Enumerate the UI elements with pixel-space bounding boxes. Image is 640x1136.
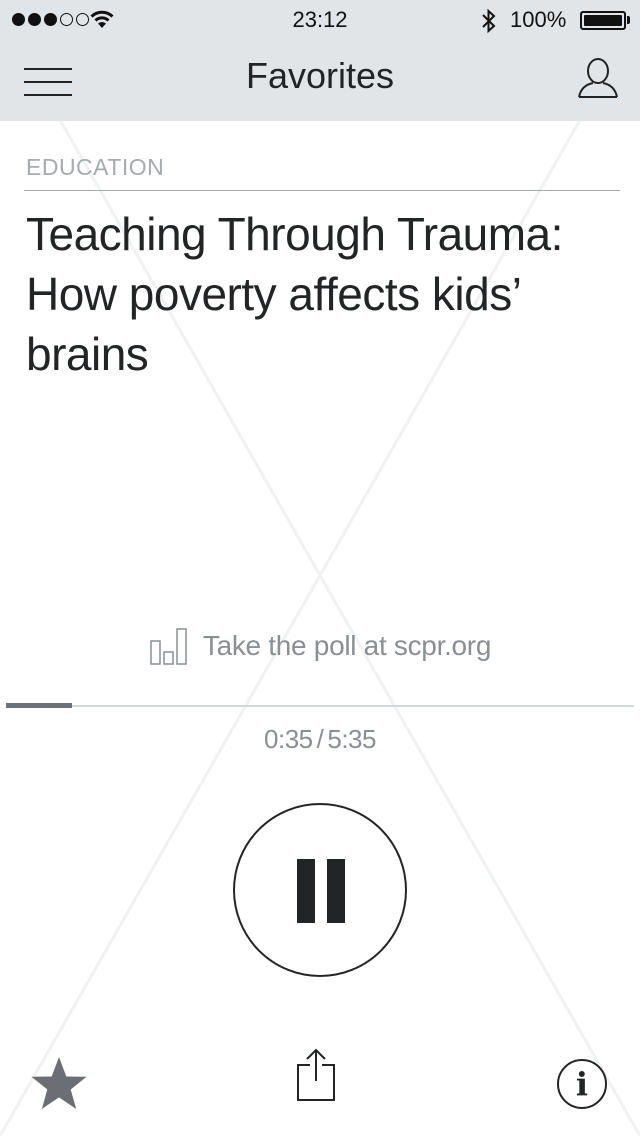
pause-button[interactable] bbox=[233, 803, 407, 977]
playback-time: 0:35/5:35 bbox=[0, 724, 640, 755]
headline-line: How poverty affects kids’ bbox=[26, 268, 522, 320]
star-icon[interactable] bbox=[30, 1055, 88, 1111]
info-button[interactable]: i bbox=[557, 1059, 607, 1109]
bar-chart-icon bbox=[150, 628, 187, 665]
user-profile-icon[interactable] bbox=[576, 56, 620, 100]
poll-link[interactable]: Take the poll at scpr.org bbox=[0, 626, 640, 666]
total-duration: 5:35 bbox=[327, 724, 376, 754]
pause-icon bbox=[297, 859, 315, 923]
battery-level bbox=[584, 15, 622, 26]
poll-label: Take the poll at scpr.org bbox=[202, 630, 492, 661]
navigation-bar: Favorites bbox=[0, 40, 640, 121]
category-divider bbox=[24, 190, 620, 191]
bluetooth-icon bbox=[482, 8, 496, 34]
share-icon[interactable] bbox=[296, 1048, 336, 1102]
audio-progress-fill bbox=[6, 703, 72, 708]
info-icon: i bbox=[575, 1065, 589, 1103]
headline-line: Teaching Through Trauma: bbox=[26, 208, 563, 260]
article-category: EDUCATION bbox=[26, 154, 165, 180]
pause-icon bbox=[327, 859, 345, 923]
battery-tip bbox=[627, 16, 630, 24]
article-headline: Teaching Through Trauma: How poverty aff… bbox=[26, 204, 616, 384]
page-title: Favorites bbox=[245, 55, 395, 96]
elapsed-time: 0:35 bbox=[264, 724, 313, 754]
status-bar: 23:12 100% bbox=[0, 0, 640, 40]
audio-progress-bar[interactable] bbox=[6, 703, 634, 708]
battery-icon bbox=[580, 11, 626, 30]
time-separator: / bbox=[316, 724, 324, 754]
headline-line: brains bbox=[26, 328, 149, 380]
battery-percentage: 100% bbox=[510, 7, 567, 32]
